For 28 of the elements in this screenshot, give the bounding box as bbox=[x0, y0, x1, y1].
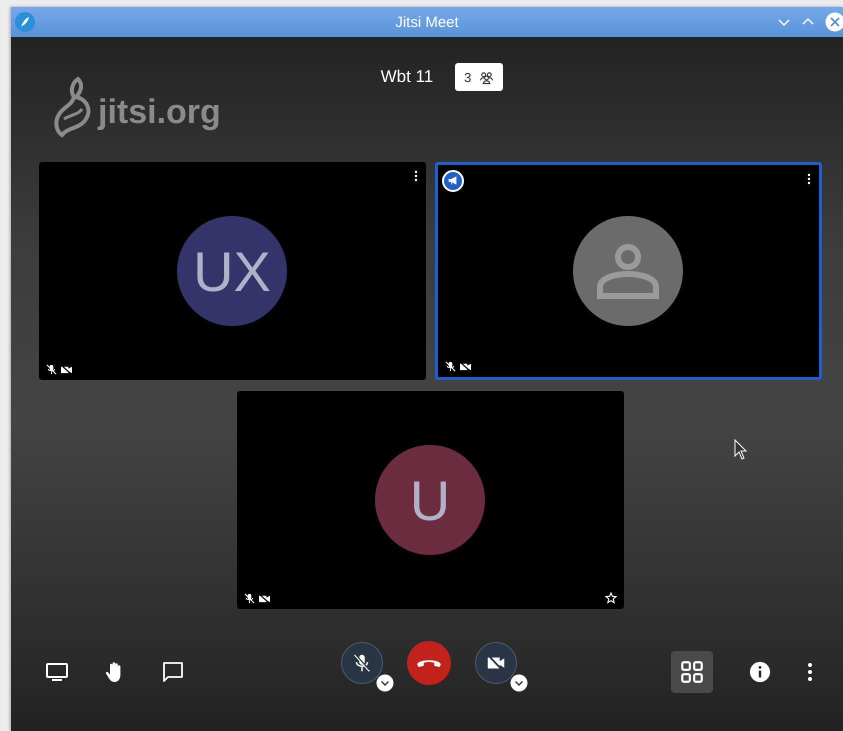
caret-icon[interactable] bbox=[376, 674, 394, 692]
phone-icon bbox=[417, 659, 441, 667]
logo-text: jitsi.org bbox=[98, 95, 221, 129]
tile-view-button[interactable] bbox=[671, 651, 713, 693]
feather-icon bbox=[15, 12, 35, 32]
close-icon[interactable] bbox=[825, 12, 843, 32]
window-title: Jitsi Meet bbox=[395, 14, 459, 30]
mouse-cursor-icon bbox=[734, 439, 748, 461]
microphone-button[interactable] bbox=[341, 642, 383, 684]
more-options-icon[interactable] bbox=[414, 170, 418, 182]
microphone-icon bbox=[351, 652, 373, 674]
avatar: U bbox=[375, 445, 485, 555]
more-options-icon[interactable] bbox=[807, 662, 813, 682]
camera-button[interactable] bbox=[475, 642, 517, 684]
video-tile[interactable]: U bbox=[236, 391, 624, 609]
avatar: UX bbox=[177, 216, 287, 326]
chat-icon[interactable] bbox=[161, 660, 185, 684]
more-options-icon[interactable] bbox=[806, 173, 810, 185]
participant-count-badge[interactable]: 3 bbox=[455, 63, 504, 91]
caret-icon[interactable] bbox=[510, 674, 528, 692]
grid-icon bbox=[679, 659, 705, 685]
video-tile[interactable] bbox=[434, 162, 822, 380]
video-tile[interactable]: UX bbox=[38, 162, 426, 380]
screen-share-icon[interactable] bbox=[45, 660, 69, 684]
info-icon[interactable] bbox=[749, 661, 771, 683]
speaker-badge-icon bbox=[442, 170, 464, 192]
room-name: Wbt 11 bbox=[380, 67, 434, 87]
hang-up-button[interactable] bbox=[407, 641, 451, 685]
